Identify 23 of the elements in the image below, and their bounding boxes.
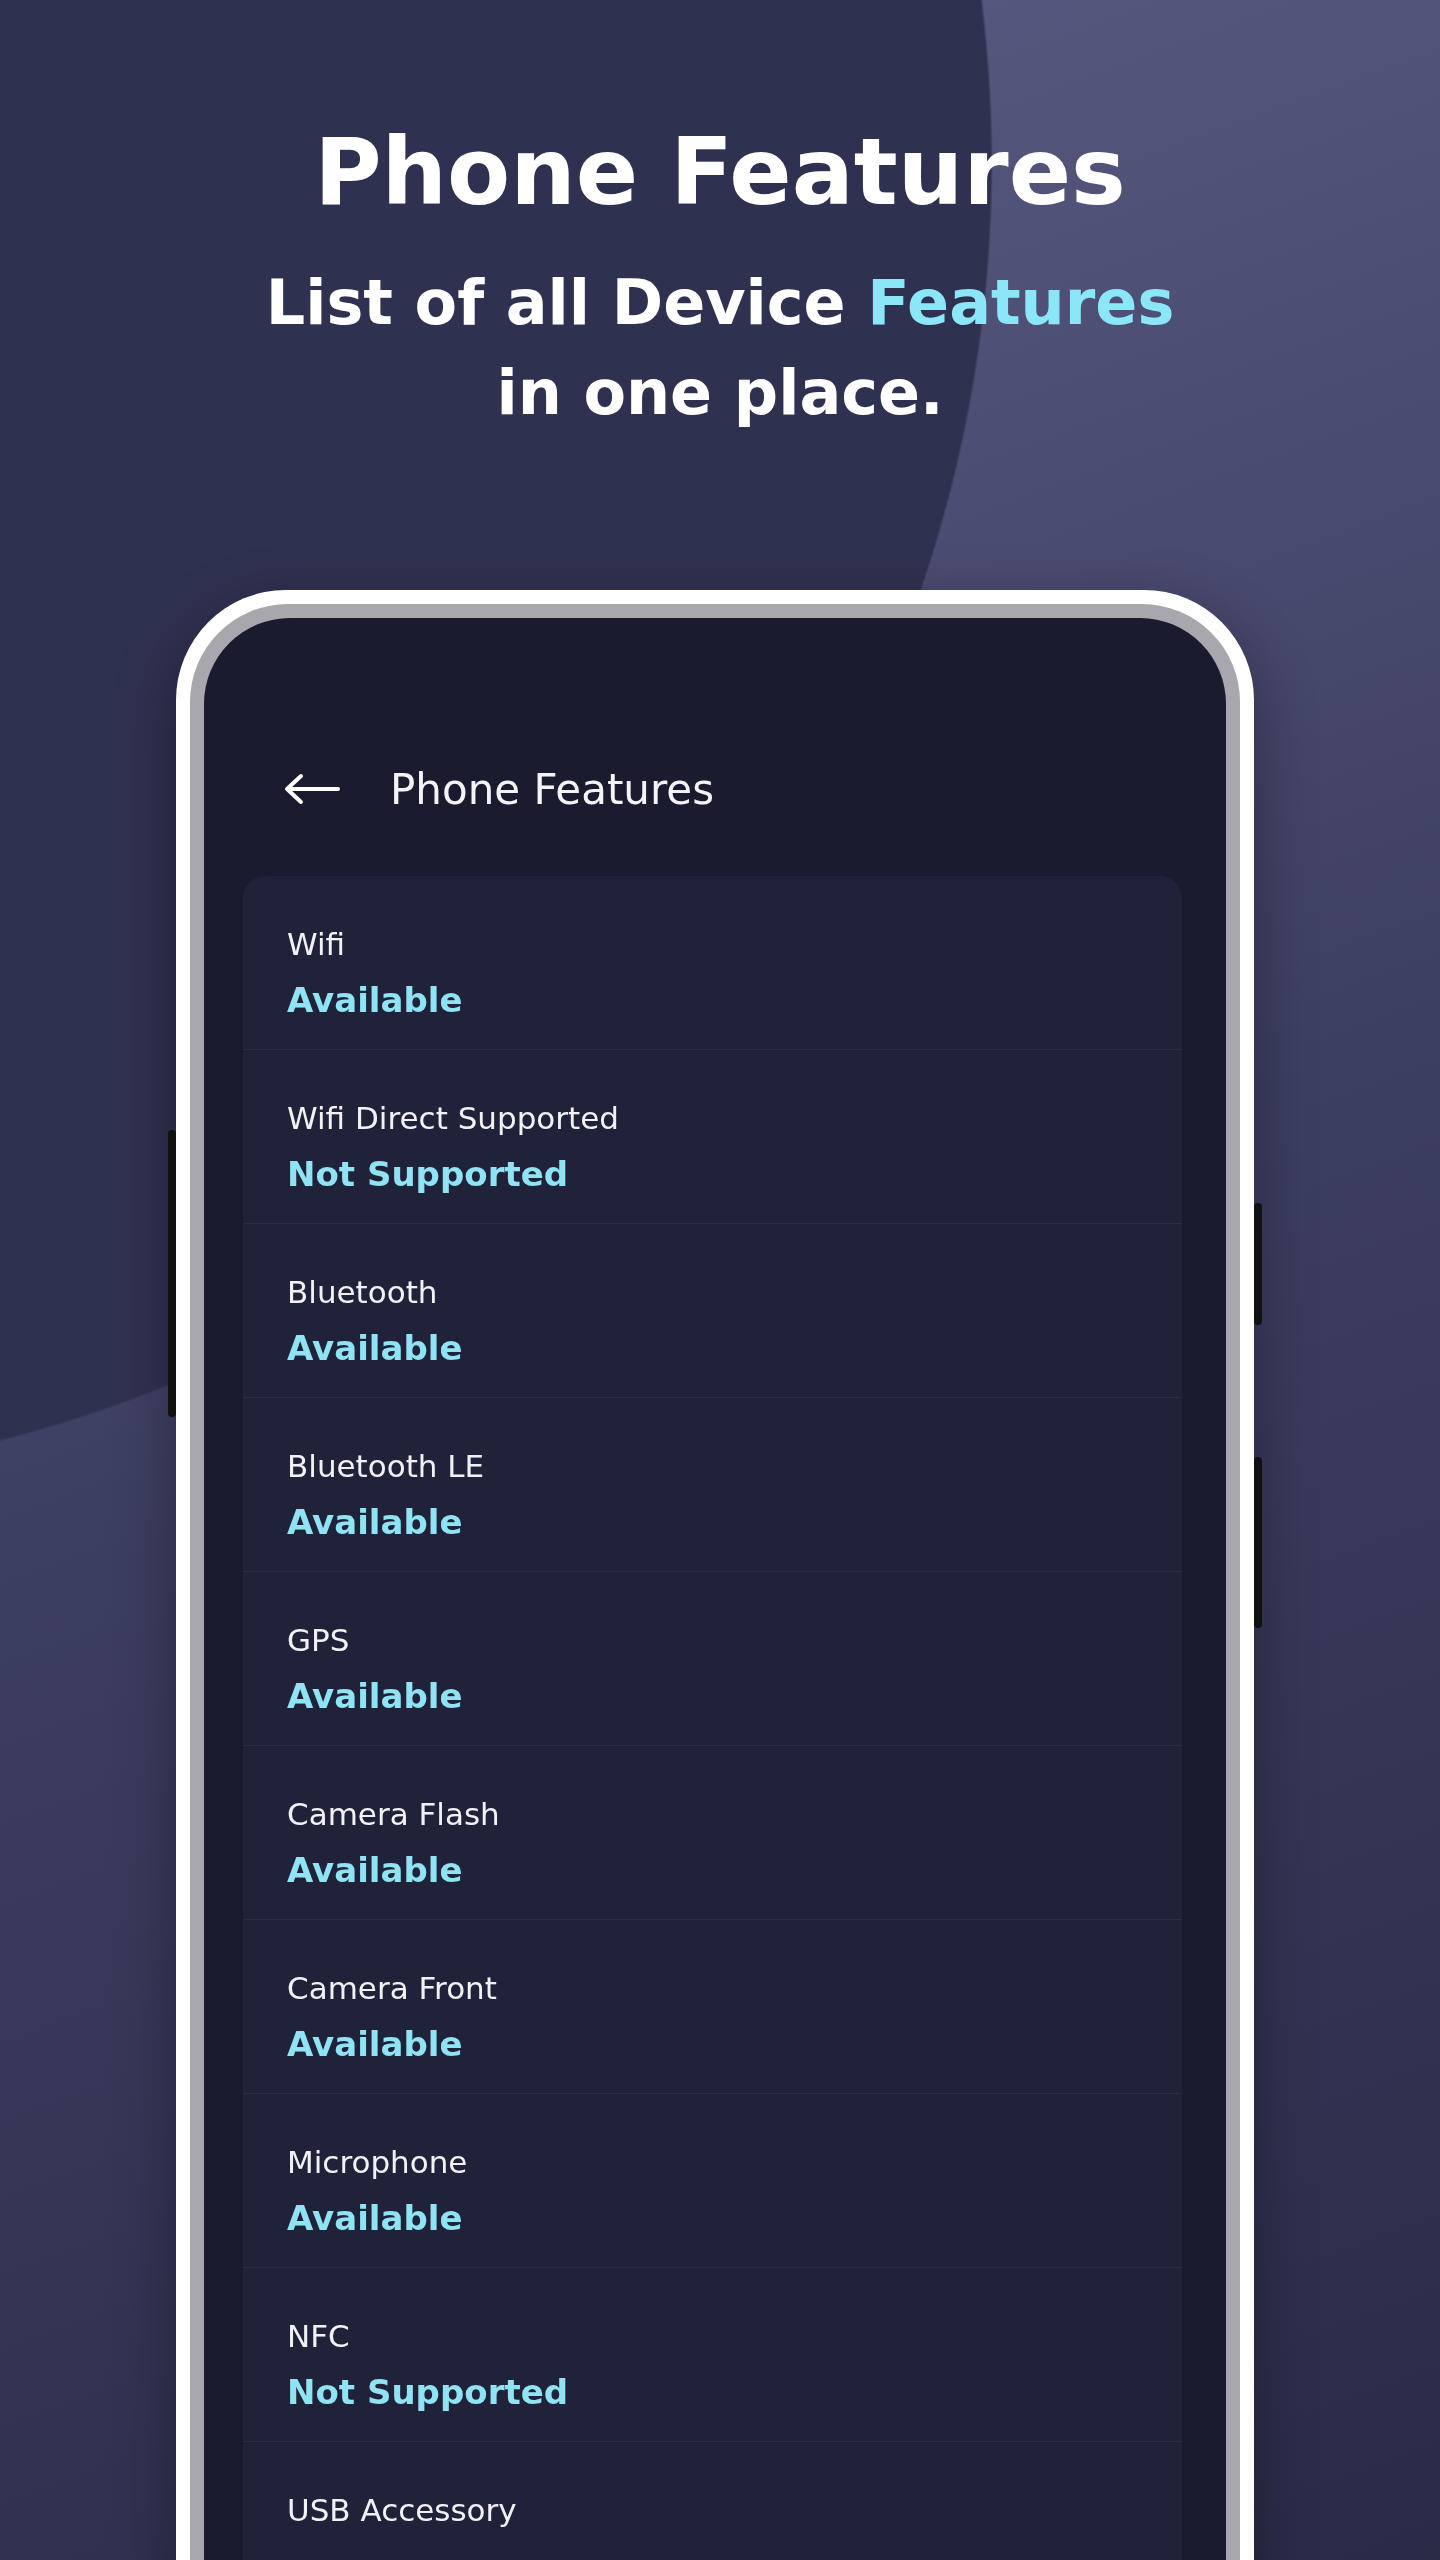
feature-name: Bluetooth	[287, 1273, 438, 1312]
feature-name: Wifi Direct Supported	[287, 1099, 619, 1138]
feature-status: Available	[287, 1675, 463, 1718]
feature-status: Available	[287, 2023, 463, 2066]
feature-name: Bluetooth LE	[287, 1447, 485, 1486]
feature-name: Microphone	[287, 2143, 468, 2182]
feature-status: Available	[287, 1849, 463, 1892]
back-icon[interactable]	[284, 773, 340, 805]
feature-name: GPS	[287, 1621, 350, 1660]
app-bar-title: Phone Features	[390, 764, 715, 814]
feature-status: Not Supported	[287, 2371, 569, 2414]
feature-status: Not Supported	[287, 1153, 569, 1196]
feature-name: NFC	[287, 2317, 350, 2356]
feature-name: Camera Front	[287, 1969, 497, 2008]
feature-name: Camera Flash	[287, 1795, 500, 1834]
feature-name: Wifi	[287, 925, 346, 964]
feature-status: Available	[287, 979, 463, 1022]
feature-name: USB Accessory	[287, 2491, 517, 2530]
feature-status: Available	[287, 1501, 463, 1544]
feature-status: Available	[287, 2197, 463, 2240]
headline-subtitle: List of all Device Features in one place.	[264, 265, 1176, 431]
feature-status: Available	[287, 1327, 463, 1370]
headline-title: Phone Features	[314, 118, 1126, 228]
